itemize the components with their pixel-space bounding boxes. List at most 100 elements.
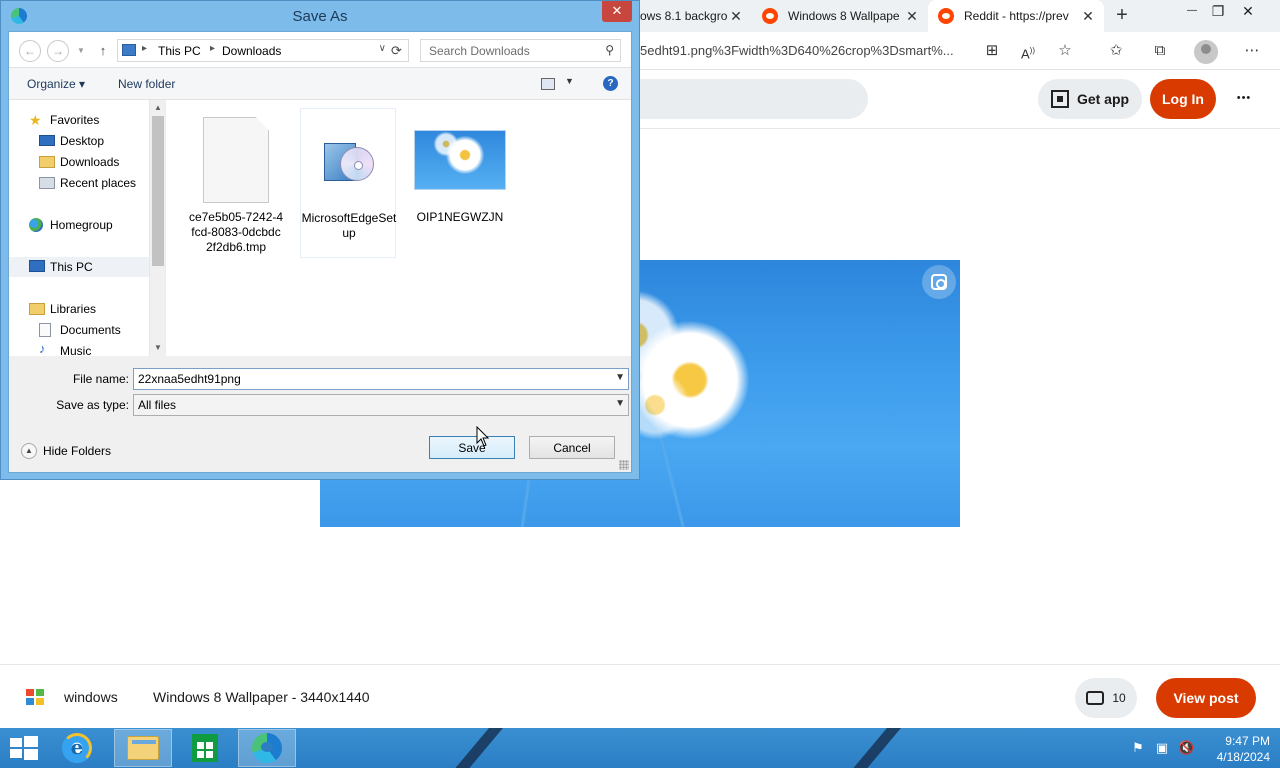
up-arrow-icon[interactable]: ↑ (95, 40, 111, 62)
scroll-up-icon[interactable]: ▲ (150, 100, 166, 116)
tab-reddit-preview[interactable]: Reddit - https://prev ✕ (928, 0, 1104, 32)
file-name-dropdown-icon[interactable]: ▼ (615, 372, 625, 383)
nav-item-label: Music (60, 344, 92, 356)
edge-taskbar-button[interactable] (238, 729, 296, 767)
reddit-favicon-icon (938, 8, 954, 24)
breadcrumb-separator-icon: ▸ (142, 43, 148, 54)
nav-item-downloads[interactable]: Downloads (9, 152, 149, 172)
breadcrumb[interactable]: ▸ This PC ▸ Downloads ∨ (117, 39, 391, 62)
save-as-type-select[interactable]: All files ▼ (133, 394, 629, 416)
breadcrumb-this-pc[interactable]: This PC (158, 44, 201, 58)
dialog-close-button[interactable]: ✕ (602, 1, 632, 22)
file-name: ce7e5b05-7242-4fcd-8083-0dcbdc2f2db6.tmp (188, 210, 284, 254)
visual-search-button[interactable] (922, 265, 956, 299)
new-folder-button[interactable]: New folder (118, 77, 175, 91)
favorites-icon[interactable]: ✩ (1104, 40, 1128, 62)
star-icon: ★ (29, 112, 42, 128)
collections-icon[interactable]: ⧉ (1148, 40, 1172, 62)
file-item-oip1negwzjn[interactable]: OIP1NEGWZJN (412, 108, 508, 258)
close-window-button[interactable]: ✕ (1233, 0, 1263, 24)
scroll-down-icon[interactable]: ▼ (150, 340, 166, 356)
save-as-type-dropdown-icon: ▼ (615, 398, 625, 409)
reddit-favicon-icon (762, 8, 778, 24)
nav-item-documents[interactable]: Documents (9, 320, 149, 340)
resize-grip[interactable] (619, 460, 629, 470)
refresh-icon[interactable]: ⟳ (385, 39, 409, 62)
nav-item-label: Downloads (60, 155, 120, 169)
view-post-button[interactable]: View post (1156, 678, 1256, 718)
tab-title: Windows 8 Wallpape (788, 9, 900, 23)
file-item-tmp[interactable]: ce7e5b05-7242-4fcd-8083-0dcbdc2f2db6.tmp (188, 108, 284, 258)
comment-icon (1086, 691, 1105, 705)
action-center-flag-icon[interactable]: ⚑ (1130, 740, 1146, 756)
save-options: File name: 22xnaa5edht91png ▼ Save as ty… (9, 356, 631, 472)
store-taskbar-button[interactable] (176, 729, 234, 767)
cancel-button[interactable]: Cancel (529, 436, 615, 459)
search-icon: ⚲ (605, 43, 614, 57)
navigation-pane-scrollbar[interactable]: ▲ ▼ (149, 100, 165, 356)
network-icon[interactable]: ▣ (1154, 740, 1170, 756)
nav-item-music[interactable]: ♪ Music (9, 341, 149, 357)
save-button[interactable]: Save (429, 436, 515, 459)
app-available-icon[interactable]: ⊞ (980, 40, 1004, 62)
address-bar[interactable]: 5edht91.png%3Fwidth%3D640%26crop%3Dsmart… (640, 43, 954, 58)
windows-subreddit-icon (26, 689, 48, 707)
nav-item-desktop[interactable]: Desktop (9, 131, 149, 151)
add-favorite-icon[interactable]: ☆ (1053, 40, 1077, 62)
qr-code-icon (1050, 90, 1069, 108)
libraries-icon (29, 303, 45, 315)
hide-folders-button[interactable]: ▲ Hide Folders (21, 442, 111, 460)
dialog-title-bar[interactable]: Save As ✕ (1, 1, 639, 31)
image-thumbnail (414, 130, 506, 190)
file-explorer-taskbar-button[interactable] (114, 729, 172, 767)
organize-menu[interactable]: Organize ▾ (27, 77, 85, 91)
more-options-icon[interactable]: ••• (1230, 85, 1258, 113)
scrollbar-thumb[interactable] (152, 116, 164, 266)
save-as-type-label: Save as type: (56, 398, 129, 412)
installer-icon (322, 133, 376, 189)
tmp-file-icon (203, 117, 269, 203)
back-arrow-icon[interactable]: ← (19, 40, 41, 62)
file-item-microsoft-edge-setup[interactable]: MicrosoftEdgeSetup (300, 108, 396, 258)
breadcrumb-separator-icon: ▸ (210, 43, 216, 54)
help-icon[interactable]: ? (603, 76, 618, 91)
log-in-button[interactable]: Log In (1150, 79, 1216, 119)
clock-date: 4/18/2024 (1216, 750, 1270, 764)
wallpaper-streak (438, 728, 512, 768)
new-tab-button[interactable]: + (1110, 4, 1134, 28)
recent-locations-chevron-icon[interactable]: ▼ (73, 40, 89, 62)
view-options-chevron-icon[interactable]: ▼ (565, 76, 574, 86)
nav-item-favorites[interactable]: ★ Favorites (9, 110, 149, 130)
forward-arrow-icon[interactable]: → (47, 40, 69, 62)
nav-item-libraries[interactable]: Libraries (9, 299, 149, 319)
nav-item-recent-places[interactable]: Recent places (9, 173, 149, 193)
nav-item-homegroup[interactable]: Homegroup (9, 215, 149, 235)
tab-windows-81-backgrounds[interactable]: ows 8.1 backgro ✕ (636, 0, 752, 32)
more-icon[interactable]: ⋯ (1240, 40, 1264, 62)
tab-close-icon[interactable]: ✕ (1080, 8, 1096, 24)
tab-close-icon[interactable]: ✕ (904, 8, 920, 24)
tab-windows-8-wallpaper[interactable]: Windows 8 Wallpape ✕ (752, 0, 928, 32)
file-list: ce7e5b05-7242-4fcd-8083-0dcbdc2f2db6.tmp… (165, 100, 631, 356)
tab-close-icon[interactable]: ✕ (728, 8, 744, 24)
get-app-button[interactable]: Get app (1038, 79, 1142, 119)
comments-button[interactable]: 10 (1075, 678, 1137, 718)
internet-explorer-taskbar-button[interactable]: e (48, 729, 106, 767)
subreddit-name[interactable]: windows (64, 689, 118, 705)
file-name-field[interactable]: 22xnaa5edht91png ▼ (133, 368, 629, 390)
search-placeholder: Search Downloads (429, 44, 530, 58)
read-aloud-icon[interactable]: A)) (1016, 40, 1040, 62)
restore-button[interactable]: ❐ (1203, 0, 1233, 24)
file-name-label: File name: (72, 372, 129, 386)
volume-muted-icon[interactable]: 🔇 (1178, 740, 1194, 756)
navigation-bar: ← → ▼ ↑ ▸ This PC ▸ Downloads ∨ ⟳ Search… (9, 32, 631, 68)
collapse-chevron-icon: ▲ (21, 443, 37, 459)
nav-item-label: Homegroup (50, 218, 113, 232)
change-view-icon[interactable] (541, 78, 555, 90)
profile-icon[interactable] (1194, 40, 1218, 64)
search-downloads-input[interactable]: Search Downloads ⚲ (420, 39, 621, 62)
nav-item-this-pc[interactable]: This PC (9, 257, 149, 277)
start-button[interactable] (10, 736, 38, 760)
breadcrumb-downloads[interactable]: Downloads (222, 44, 281, 58)
system-clock[interactable]: 9:47 PM 4/18/2024 (1200, 733, 1270, 765)
